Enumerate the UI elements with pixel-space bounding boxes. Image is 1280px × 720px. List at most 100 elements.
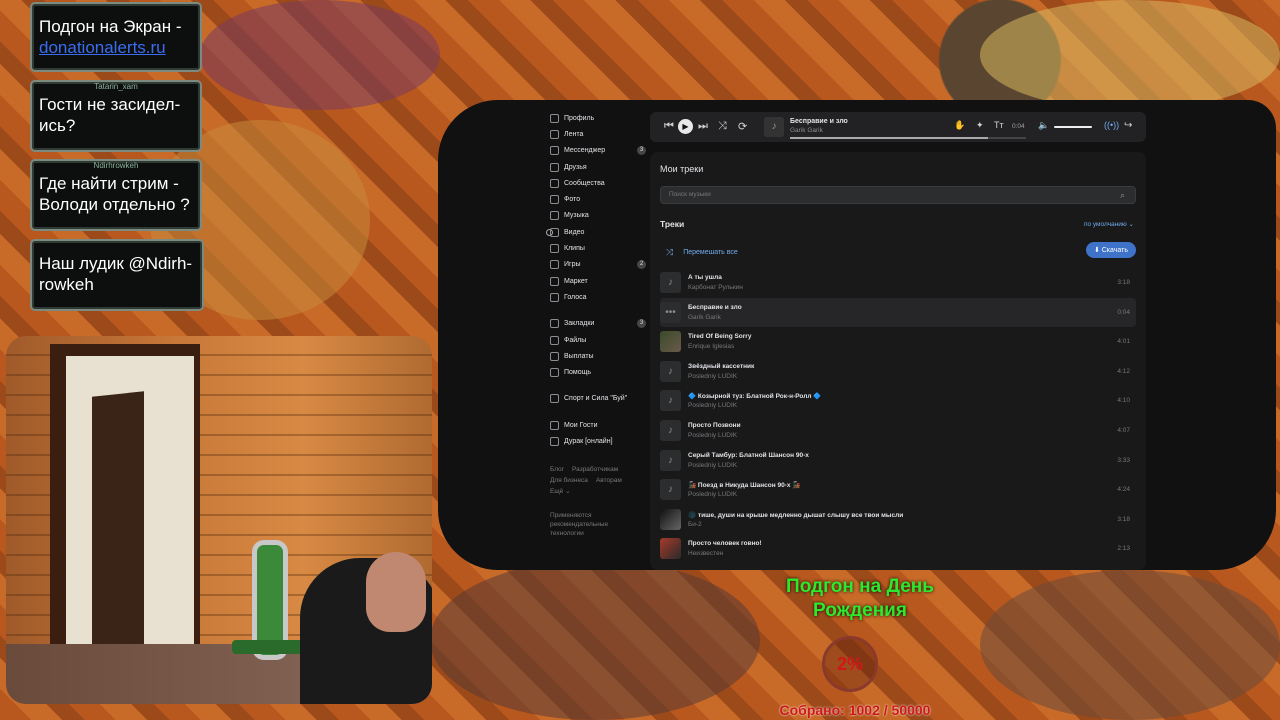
footer-link[interactable]: Авторам: [596, 477, 622, 484]
track-artist[interactable]: Карбонат Рулькин: [688, 284, 743, 291]
audio-player: ⏮ ▶ ⏭ ⤨ ⟳ ♪ Бесправие и зло Garik Garik …: [650, 112, 1146, 142]
track-title[interactable]: Просто человек говно!: [688, 540, 762, 547]
volume-icon[interactable]: 🔈: [1038, 120, 1049, 131]
sidebar-item-my-guests[interactable]: Мои Гости: [550, 417, 650, 433]
playing-indicator-icon[interactable]: •••: [660, 301, 681, 323]
track-row[interactable]: 🌑 тише, души на крыше медленно дышат слы…: [660, 505, 1136, 535]
sidebar-item-games[interactable]: Игры 2: [550, 257, 650, 273]
repeat-icon[interactable]: ⟳: [738, 120, 747, 133]
track-row[interactable]: ♪ 🔷 Козырной туз: Блатной Рок-н-Ролл 🔷 Pos…: [660, 386, 1136, 416]
track-artist[interactable]: Би-2: [688, 521, 702, 528]
sidebar-item-music[interactable]: Музыка: [550, 208, 650, 224]
sidebar-footer: Блог Разработчикам Для бизнеса Авторам Ещё…: [550, 464, 650, 497]
chat-username: Ndirhrowkeh: [93, 161, 139, 170]
sidebar-item-market[interactable]: Маркет: [550, 273, 650, 289]
download-button[interactable]: ⬇ Скачать: [1085, 242, 1136, 258]
footer-link[interactable]: Блог: [550, 466, 564, 473]
track-row[interactable]: Tired Of Being Sorry Enrique Iglesias 4:01: [660, 327, 1136, 357]
lyrics-icon[interactable]: Tт: [994, 120, 1004, 130]
sidebar-item-profile[interactable]: Профиль: [550, 110, 650, 126]
track-row[interactable]: ♪ А ты ушла Карбонат Рулькин 3:18: [660, 268, 1136, 298]
sidebar-item-bookmarks[interactable]: Закладки 3: [550, 316, 650, 332]
volume-slider[interactable]: [1054, 126, 1092, 128]
track-artist[interactable]: Garik Garik: [688, 314, 721, 321]
footer-more-link[interactable]: Ещё ⌄: [550, 488, 571, 495]
track-cover[interactable]: [660, 331, 681, 353]
messenger-icon: [550, 146, 559, 156]
track-row[interactable]: ♪ Серый Тамбур: Блатной Шансон 90-х Posled…: [660, 446, 1136, 476]
broadcast-icon[interactable]: ((•)): [1104, 120, 1119, 130]
music-note-icon[interactable]: ♪: [660, 272, 681, 293]
footer-link[interactable]: Разработчикам: [572, 466, 618, 473]
sidebar-item-group[interactable]: Спорт и Сила "Буй": [550, 391, 650, 407]
music-icon: [550, 211, 559, 221]
track-artist[interactable]: Posledniy LUDIK: [688, 432, 737, 439]
next-icon[interactable]: ⏭: [698, 120, 708, 133]
sidebar-item-feed[interactable]: Лента: [550, 126, 650, 142]
music-note-icon[interactable]: ♪: [660, 390, 681, 412]
sidebar-item-help[interactable]: Помощь: [550, 364, 650, 380]
track-artist[interactable]: Posledniy LUDIK: [688, 373, 737, 380]
music-note-icon[interactable]: ♪: [660, 360, 681, 382]
donation-link[interactable]: donationalerts.ru: [39, 38, 166, 57]
sparkle-icon[interactable]: ✦: [976, 120, 984, 131]
door: [92, 391, 144, 677]
track-title[interactable]: Tired Of Being Sorry: [688, 333, 751, 340]
sidebar-item-messenger[interactable]: Мессенджер 3: [550, 143, 650, 159]
photo-icon: [550, 195, 559, 205]
track-row[interactable]: Просто человек говно! Неизвестен 2:13: [660, 534, 1136, 564]
shuffle-icon[interactable]: ⤨: [718, 120, 727, 133]
sidebar-item-clips[interactable]: Клипы: [550, 240, 650, 256]
track-title[interactable]: Бесправие и зло: [688, 304, 742, 311]
track-cover[interactable]: [660, 508, 681, 530]
track-title[interactable]: Серый Тамбур: Блатной Шансон 90-х: [688, 452, 809, 459]
sidebar-item-communities[interactable]: Сообщества: [550, 175, 650, 191]
footer-link[interactable]: Для бизнеса: [550, 477, 588, 484]
track-artist[interactable]: Posledniy LUDIK: [688, 491, 737, 498]
sidebar-item-votes[interactable]: Голоса: [550, 289, 650, 305]
background-blob: [430, 560, 760, 720]
sort-dropdown[interactable]: по умолчанию ⌄: [1084, 220, 1134, 228]
track-cover[interactable]: [660, 538, 681, 560]
track-title[interactable]: 🚂 Поезд в Никуда Шансон 90-х 🚂: [688, 481, 800, 489]
sidebar-item-photos[interactable]: Фото: [550, 191, 650, 207]
chat-username: [32, 241, 202, 251]
track-title[interactable]: Просто Позвони: [688, 422, 741, 429]
track-title[interactable]: Звёздный кассетник: [688, 363, 754, 370]
chat-message: Подгон на Экран - donationalerts.ru: [30, 2, 202, 72]
tracks-heading: Треки: [660, 219, 685, 229]
dislike-icon[interactable]: ✋: [954, 120, 965, 131]
music-note-icon[interactable]: ♪: [660, 479, 681, 501]
search-icon[interactable]: ⌕: [1120, 187, 1125, 203]
track-title[interactable]: 🌑 тише, души на крыше медленно дышат слы…: [688, 511, 903, 519]
previous-icon[interactable]: ⏮: [664, 120, 674, 133]
track-title[interactable]: 🔷 Козырной туз: Блатной Рок-н-Ролл 🔷: [688, 392, 821, 400]
sidebar-item-friends[interactable]: Друзья: [550, 159, 650, 175]
sidebar-item-files[interactable]: Файлы: [550, 332, 650, 348]
play-button[interactable]: ▶: [678, 119, 693, 134]
track-artist[interactable]: Posledniy LUDIK: [688, 462, 737, 469]
now-playing-title[interactable]: Бесправие и зло: [790, 118, 848, 125]
clips-icon: [550, 244, 559, 254]
music-note-icon[interactable]: ♪: [660, 449, 681, 471]
track-duration: 3:18: [1117, 515, 1130, 523]
playback-progress[interactable]: [790, 137, 1026, 139]
track-row[interactable]: ♪ Просто Позвони Posledniy LUDIK 4:07: [660, 416, 1136, 446]
track-artist[interactable]: Posledniy LUDIK: [688, 402, 737, 409]
sidebar-item-payouts[interactable]: Выплаты: [550, 348, 650, 364]
now-playing-artist[interactable]: Garik Garik: [790, 127, 823, 134]
track-row[interactable]: ••• Бесправие и зло Garik Garik 0:04: [660, 297, 1136, 328]
track-title[interactable]: А ты ушла: [688, 274, 722, 281]
track-row[interactable]: ♪ Звёздный кассетник Posledniy LUDIK 4:12: [660, 357, 1136, 387]
track-artist[interactable]: Неизвестен: [688, 550, 723, 557]
music-note-icon[interactable]: ♪: [660, 419, 681, 441]
track-row[interactable]: ♪ 🚂 Поезд в Никуда Шансон 90-х 🚂 Posledniy…: [660, 475, 1136, 505]
sidebar-item-durak[interactable]: Дурак [онлайн]: [550, 433, 650, 449]
share-icon[interactable]: ↪: [1124, 120, 1132, 131]
shuffle-all-button[interactable]: ⤨ Перемешать все: [666, 247, 738, 258]
track-artist[interactable]: Enrique Iglesias: [688, 343, 734, 350]
sidebar-item-video[interactable]: Видео: [550, 224, 650, 240]
app-icon: [550, 420, 559, 430]
search-input[interactable]: Поиск музыки ⌕: [660, 186, 1136, 204]
chat-username: Tatarin_xam: [94, 82, 138, 91]
